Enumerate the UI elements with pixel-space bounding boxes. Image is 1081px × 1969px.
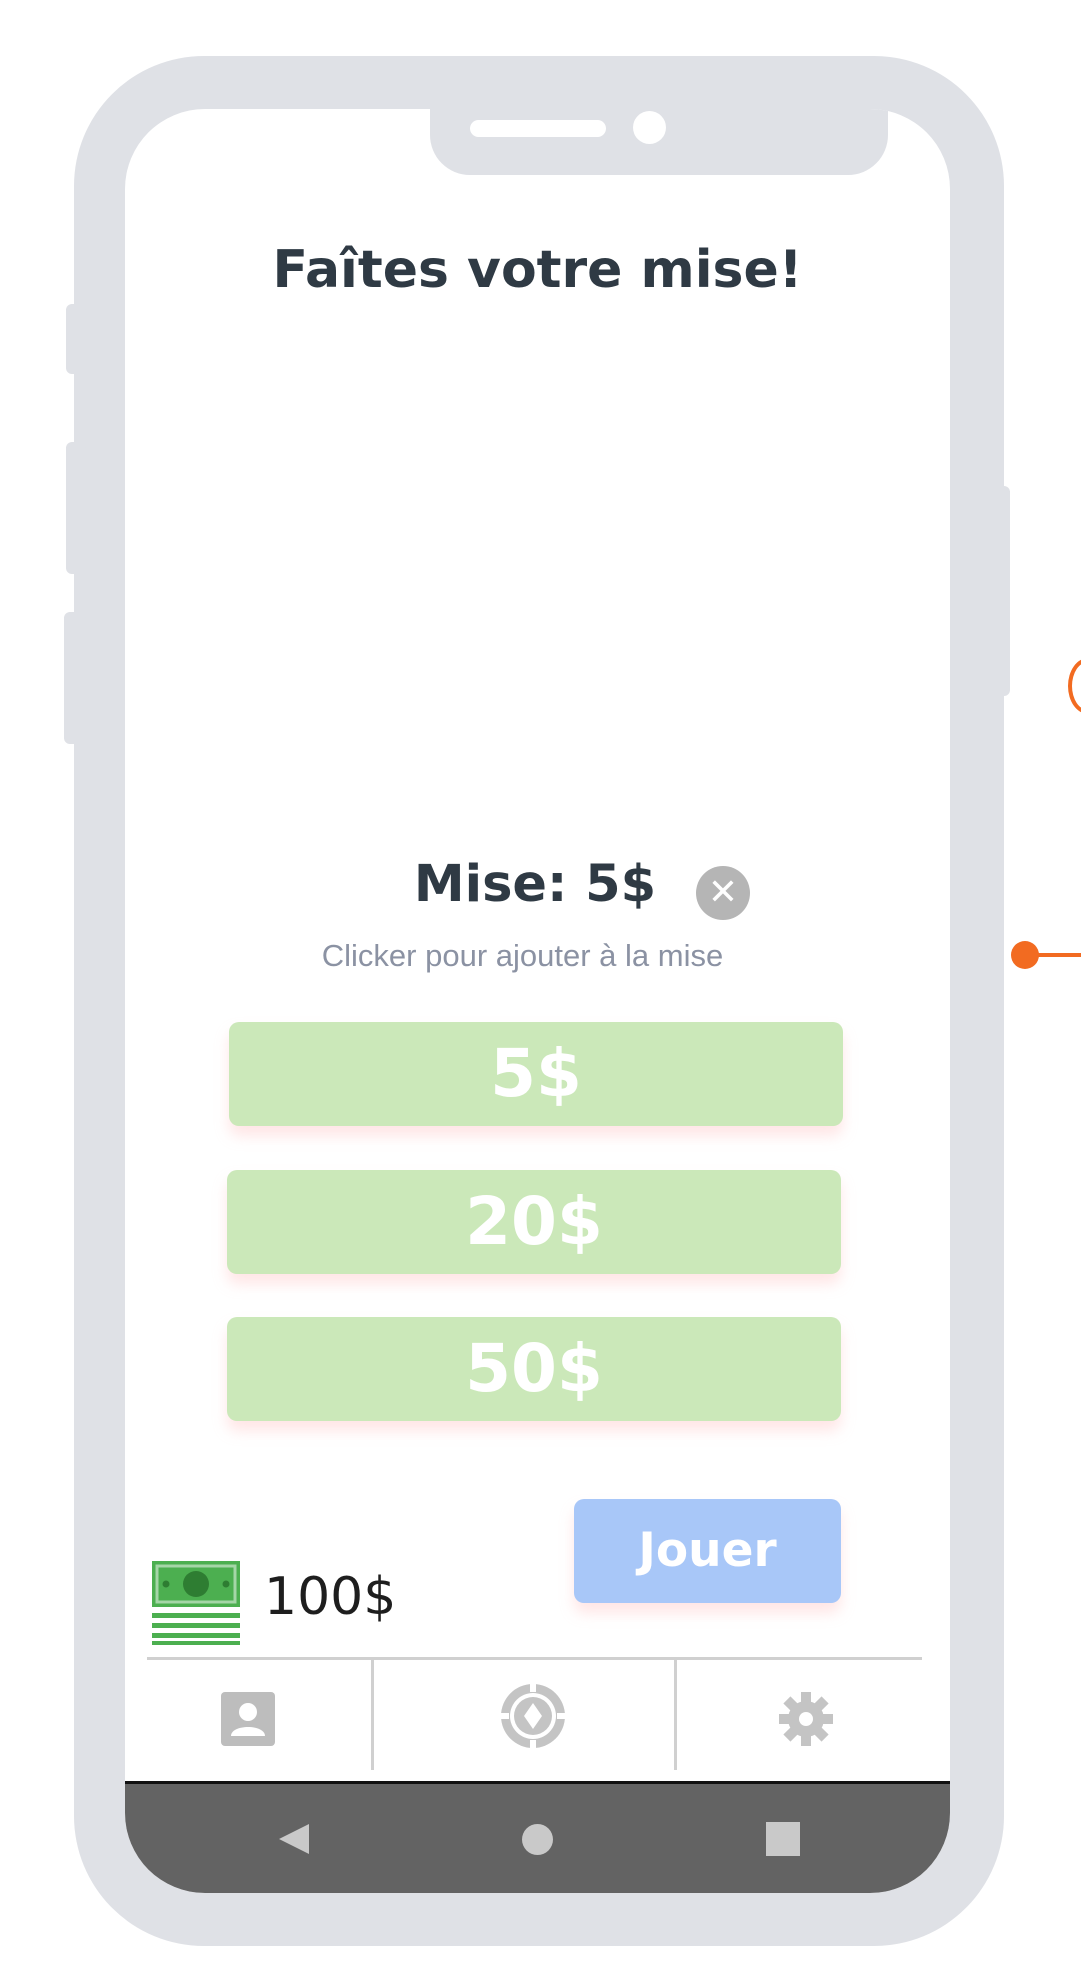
recent-square-icon[interactable] (766, 1822, 800, 1856)
tab-separator (674, 1660, 677, 1770)
money-stack-icon (152, 1561, 240, 1645)
close-icon: ✕ (707, 872, 739, 913)
phone-side-button-volume-down (64, 612, 86, 744)
tab-bar-divider (147, 1657, 922, 1660)
clear-bet-button[interactable]: ✕ (696, 866, 750, 920)
play-button[interactable]: Jouer (574, 1499, 841, 1603)
bet-option-5-button[interactable]: 5$ (229, 1022, 843, 1126)
tab-separator (371, 1660, 374, 1770)
tab-casino[interactable] (498, 1681, 568, 1751)
bet-option-20-button[interactable]: 20$ (227, 1170, 841, 1274)
phone-side-button-mute (66, 304, 86, 374)
casino-chip-icon (501, 1684, 565, 1748)
system-navigation-bar (125, 1781, 950, 1893)
phone-screen (125, 109, 950, 1893)
home-circle-icon[interactable] (522, 1824, 553, 1855)
page-title: Faîtes votre mise! (272, 240, 803, 300)
gear-icon (779, 1692, 833, 1746)
user-card-icon (221, 1692, 275, 1746)
annotation-marker (1068, 658, 1081, 714)
tab-settings[interactable] (775, 1688, 837, 1750)
annotation-connector-dot (1011, 941, 1039, 969)
back-triangle-icon[interactable] (277, 1822, 311, 1856)
bet-option-50-button[interactable]: 50$ (227, 1317, 841, 1421)
wallet-balance: 100$ (264, 1567, 397, 1627)
phone-speaker (470, 120, 606, 137)
bet-hint-text: Clicker pour ajouter à la mise (321, 938, 724, 973)
phone-side-button-volume-up (66, 442, 86, 574)
phone-camera (633, 111, 666, 144)
bet-amount-label: Mise: 5$ (413, 855, 657, 914)
phone-side-button-power (992, 486, 1010, 696)
tab-profile[interactable] (217, 1688, 279, 1750)
